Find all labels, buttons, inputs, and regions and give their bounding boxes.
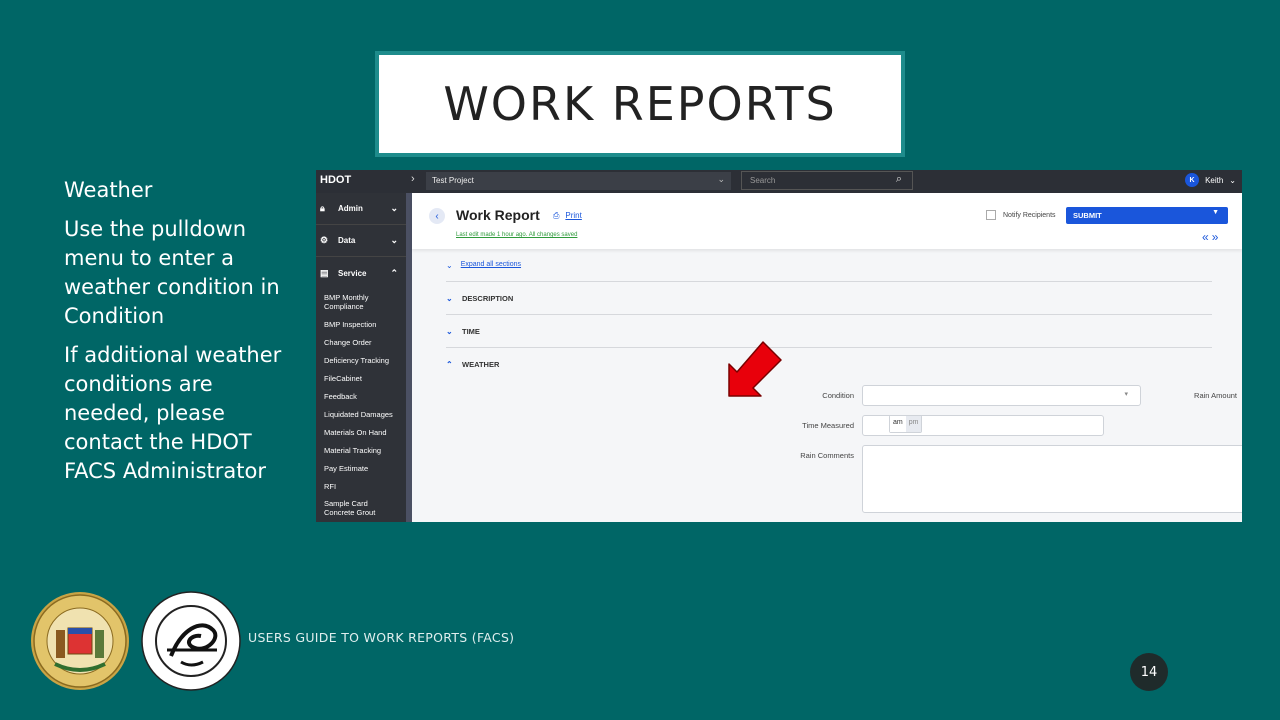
search-placeholder: Search bbox=[750, 176, 776, 185]
user-name: Keith bbox=[1205, 175, 1224, 185]
printer-icon: ⎙ bbox=[553, 211, 560, 220]
last-edit-status[interactable]: Last edit made 1 hour ago. All changes s… bbox=[456, 232, 577, 238]
chevron-down-icon: ⌄ bbox=[1229, 175, 1236, 185]
slide-footer: USERS GUIDE TO WORK REPORTS (FACS) bbox=[248, 630, 515, 645]
sidebar-item-bmp-monthly-compliance[interactable]: BMP Monthly Compliance bbox=[316, 289, 406, 315]
double-chevron-left-icon[interactable]: « bbox=[1202, 230, 1212, 244]
notify-label: Notify Recipients bbox=[1003, 211, 1056, 219]
slide-body: Weather Use the pulldown menu to enter a… bbox=[64, 176, 304, 496]
notify-recipients-checkbox[interactable]: Notify Recipients bbox=[986, 210, 1056, 220]
avatar: K bbox=[1185, 173, 1200, 187]
expand-all-link[interactable]: ⌄ Expand all sections bbox=[446, 261, 521, 270]
sidebar-item-bmp-inspection[interactable]: BMP Inspection bbox=[316, 315, 406, 333]
section-time[interactable]: ⌄ TIME bbox=[446, 314, 1212, 347]
print-button[interactable]: ⎙ Print bbox=[553, 211, 582, 221]
state-of-hawaii-seal bbox=[31, 592, 129, 690]
chevron-down-icon: ⌄ bbox=[446, 261, 453, 270]
chevron-down-icon: ⌄ bbox=[446, 326, 453, 336]
logos bbox=[31, 591, 241, 691]
chevron-left-icon: ‹ bbox=[435, 210, 439, 222]
sidebar-item-materials-on-hand[interactable]: Materials On Hand bbox=[316, 423, 406, 441]
brand-label[interactable]: HDOT bbox=[320, 174, 351, 186]
submit-label: SUBMIT bbox=[1073, 211, 1102, 220]
body-heading: Weather bbox=[64, 178, 153, 202]
top-bar: HDOT › Test Project ⌄ Search ⌕ K Keith ⌄ bbox=[316, 170, 1242, 193]
sidebar-section-label: Service bbox=[338, 268, 367, 278]
sidebar-section-data[interactable]: ⚙ Data ⌄ bbox=[316, 225, 406, 257]
sidebar-section-admin[interactable]: 🔒︎ Admin ⌄ bbox=[316, 193, 406, 225]
chevron-up-icon: ⌃ bbox=[446, 359, 453, 369]
chevron-down-icon: ⌄ bbox=[717, 174, 725, 184]
double-chevron-right-icon[interactable]: » bbox=[1212, 230, 1222, 244]
sidebar-item-material-tracking[interactable]: Material Tracking bbox=[316, 441, 406, 459]
body-paragraph: If additional weather conditions are nee… bbox=[64, 343, 282, 483]
caret-down-icon: ▾ bbox=[1124, 391, 1128, 398]
lock-icon: 🔒︎ bbox=[320, 203, 325, 213]
sidebar-item-change-order[interactable]: Change Order bbox=[316, 333, 406, 351]
chevron-up-icon: ⌃ bbox=[390, 267, 398, 278]
sidebar-item-deficiency-tracking[interactable]: Deficiency Tracking bbox=[316, 351, 406, 369]
report-header: ‹ Work Report ⎙ Print Last edit made 1 h… bbox=[412, 193, 1242, 249]
search-input[interactable]: Search ⌕ bbox=[741, 171, 913, 190]
body-paragraph: Use the pulldown menu to enter a weather… bbox=[64, 217, 280, 328]
sidebar-item-pay-estimate[interactable]: Pay Estimate bbox=[316, 459, 406, 477]
back-button[interactable]: ‹ bbox=[429, 208, 445, 224]
am-option[interactable]: am bbox=[890, 416, 906, 432]
page-number-badge: 14 bbox=[1130, 653, 1168, 691]
expand-all-label: Expand all sections bbox=[460, 261, 522, 268]
search-icon[interactable]: ⌕ bbox=[896, 173, 902, 186]
rain-comments-label: Rain Comments bbox=[800, 451, 854, 460]
slide-title: WORK REPORTS bbox=[443, 77, 837, 131]
gears-icon: ⚙ bbox=[320, 235, 329, 245]
sidebar-item-rfi[interactable]: RFI bbox=[316, 477, 406, 495]
page-title: Work Report bbox=[456, 207, 540, 223]
section-label: WEATHER bbox=[462, 359, 500, 369]
section-label: DESCRIPTION bbox=[462, 293, 514, 303]
slide-title-box: WORK REPORTS bbox=[375, 51, 905, 157]
rain-comments-textarea[interactable] bbox=[862, 445, 1242, 513]
caret-down-icon[interactable]: ▼ bbox=[1212, 209, 1219, 216]
section-label: TIME bbox=[462, 326, 480, 336]
department-of-transportation-seal bbox=[141, 591, 241, 691]
condition-select[interactable]: ▾ bbox=[862, 385, 1141, 406]
sidebar: 🔒︎ Admin ⌄ ⚙ Data ⌄ ▤ Service ⌃ BMP Mont… bbox=[316, 193, 406, 522]
chevron-right-icon[interactable]: › bbox=[411, 173, 415, 185]
project-select[interactable]: Test Project ⌄ bbox=[426, 172, 731, 190]
sidebar-section-label: Data bbox=[338, 236, 356, 245]
chevron-down-icon: ⌄ bbox=[390, 235, 398, 245]
user-menu[interactable]: K Keith ⌄ bbox=[1185, 173, 1236, 187]
print-label: Print bbox=[565, 211, 582, 220]
submit-button[interactable]: SUBMIT ▼ bbox=[1066, 207, 1228, 224]
sidebar-item-feedback[interactable]: Feedback bbox=[316, 387, 406, 405]
sidebar-item-liquidated-damages[interactable]: Liquidated Damages bbox=[316, 405, 406, 423]
prev-next-pager: «» bbox=[1202, 230, 1221, 244]
sidebar-section-label: Admin bbox=[338, 204, 363, 213]
am-pm-toggle[interactable]: am pm bbox=[889, 415, 923, 433]
checkbox[interactable] bbox=[986, 210, 996, 220]
pm-option[interactable]: pm bbox=[905, 416, 922, 432]
project-select-value: Test Project bbox=[432, 176, 474, 185]
main-content: ‹ Work Report ⎙ Print Last edit made 1 h… bbox=[412, 193, 1242, 522]
sidebar-item-filecabinet[interactable]: FileCabinet bbox=[316, 369, 406, 387]
sidebar-section-service[interactable]: ▤ Service ⌃ bbox=[316, 257, 406, 289]
red-arrow-callout bbox=[728, 341, 782, 397]
clipboard-icon: ▤ bbox=[320, 267, 329, 278]
rain-amount-label: Rain Amount bbox=[1194, 391, 1237, 400]
chevron-down-icon: ⌄ bbox=[446, 293, 453, 303]
sidebar-item-sample-card[interactable]: Sample Card Concrete Grout bbox=[316, 495, 406, 521]
time-measured-label: Time Measured bbox=[802, 421, 854, 430]
section-weather[interactable]: ⌃ WEATHER bbox=[446, 347, 1212, 380]
chevron-down-icon: ⌄ bbox=[390, 203, 398, 213]
section-description[interactable]: ⌄ DESCRIPTION bbox=[446, 281, 1212, 314]
